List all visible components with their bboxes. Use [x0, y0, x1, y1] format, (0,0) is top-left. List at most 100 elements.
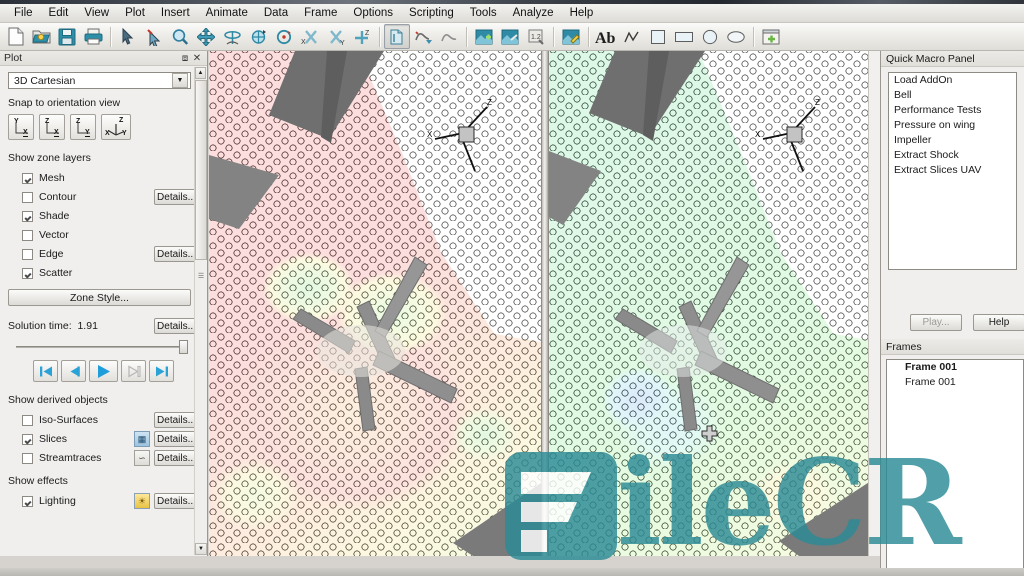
lighting-details-button[interactable]: Details... [154, 493, 199, 509]
streamtraces-checkbox[interactable] [22, 452, 33, 464]
menu-item-view[interactable]: View [76, 5, 117, 21]
edit-contour-icon[interactable] [497, 24, 523, 49]
contour-details-button[interactable]: Details... [154, 189, 199, 205]
chevron-down-icon[interactable]: ▼ [172, 73, 188, 88]
step-backward-button[interactable] [61, 360, 86, 382]
zone-layer-shade[interactable]: Shade [8, 207, 199, 225]
plot-panel-scroll-thumb[interactable] [195, 80, 207, 260]
menu-item-insert[interactable]: Insert [153, 5, 198, 21]
macro-list-item[interactable]: Performance Tests [889, 103, 1016, 118]
go-to-last-button[interactable] [149, 360, 174, 382]
derived-slices[interactable]: Slices ▦ Details... [8, 430, 199, 448]
menu-item-animate[interactable]: Animate [198, 5, 256, 21]
macro-help-button[interactable]: Help [973, 314, 1024, 331]
mesh-checkbox[interactable] [22, 172, 33, 184]
plot-type-combobox[interactable]: 3D Cartesian ▼ [8, 72, 191, 89]
zone-layer-scatter[interactable]: Scatter [8, 264, 199, 282]
iso-surfaces-checkbox[interactable] [22, 414, 33, 426]
frames-list[interactable]: Frame 001 Frame 001 [886, 359, 1024, 569]
edge-details-button[interactable]: Details... [154, 246, 199, 262]
macro-list-item[interactable]: Impeller [889, 133, 1016, 148]
menu-item-file[interactable]: File [6, 5, 41, 21]
fit-to-view-icon[interactable] [384, 24, 410, 49]
zone-style-button[interactable]: Zone Style... [8, 289, 191, 306]
menu-item-edit[interactable]: Edit [41, 5, 77, 21]
derived-streamtraces[interactable]: Streamtraces ∽ Details... [8, 449, 199, 467]
extract-icon[interactable] [558, 24, 584, 49]
redraw-all-icon[interactable] [436, 24, 462, 49]
scatter-checkbox[interactable] [22, 267, 33, 279]
macro-list-item[interactable]: Load AddOn [889, 73, 1016, 88]
new-layout-icon[interactable] [2, 24, 28, 49]
macro-list-item[interactable]: Bell [889, 88, 1016, 103]
frame-list-item[interactable]: Frame 001 [887, 375, 1023, 390]
vector-checkbox[interactable] [22, 229, 33, 241]
menu-item-frame[interactable]: Frame [296, 5, 345, 21]
polyline-tool-icon[interactable] [619, 24, 645, 49]
effect-lighting[interactable]: Lighting ☀ Details... [8, 492, 199, 510]
select-tool-icon[interactable] [115, 24, 141, 49]
frame-list-item[interactable]: Frame 001 [887, 360, 1023, 375]
translate-tool-icon[interactable] [193, 24, 219, 49]
rotate-z-icon[interactable]: Z [349, 24, 375, 49]
save-layout-icon[interactable] [54, 24, 80, 49]
slices-checkbox[interactable] [22, 433, 33, 445]
menu-item-tools[interactable]: Tools [462, 5, 505, 21]
scroll-down-icon[interactable]: ▼ [195, 543, 207, 555]
menu-item-help[interactable]: Help [562, 5, 602, 21]
viewport-vertical-scrollbar[interactable] [868, 51, 880, 556]
snap-yx-view[interactable]: Y X [8, 114, 34, 140]
iso-surfaces-details-button[interactable]: Details... [154, 412, 199, 428]
rectangle-tool-icon[interactable] [671, 24, 697, 49]
rotate-rollerball-icon[interactable] [245, 24, 271, 49]
redraw-icon[interactable] [410, 24, 436, 49]
derived-iso-surfaces[interactable]: Iso-Surfaces Details... [8, 411, 199, 429]
text-tool-icon[interactable]: Ab [593, 24, 619, 49]
rotate-y-icon[interactable]: Y [323, 24, 349, 49]
menu-item-scripting[interactable]: Scripting [401, 5, 462, 21]
restore-icon[interactable]: ⧈ [179, 53, 191, 64]
rotate-spherical-icon[interactable] [219, 24, 245, 49]
zone-layer-vector[interactable]: Vector [8, 226, 199, 244]
viewport-divider[interactable] [541, 51, 549, 556]
streamtrace-tool-icon[interactable]: ∽ [134, 450, 150, 466]
lighting-tool-icon[interactable]: ☀ [134, 493, 150, 509]
snap-zy-view[interactable]: Z Y [70, 114, 96, 140]
solution-time-details-button[interactable]: Details... [154, 318, 199, 334]
contour-plot-temperature[interactable]: X Z [209, 51, 541, 556]
menu-item-data[interactable]: Data [256, 5, 296, 21]
square-tool-icon[interactable] [645, 24, 671, 49]
print-icon[interactable] [80, 24, 106, 49]
slice-tool-icon[interactable]: ▦ [134, 431, 150, 447]
edge-checkbox[interactable] [22, 248, 33, 260]
circle-tool-icon[interactable] [697, 24, 723, 49]
go-to-first-button[interactable] [33, 360, 58, 382]
zone-layer-mesh[interactable]: Mesh [8, 169, 199, 187]
menu-item-analyze[interactable]: Analyze [505, 5, 562, 21]
macro-list-item[interactable]: Extract Slices UAV [889, 163, 1016, 178]
scroll-up-icon[interactable]: ▲ [195, 67, 206, 79]
zoom-tool-icon[interactable] [167, 24, 193, 49]
slices-details-button[interactable]: Details... [154, 431, 199, 447]
slider-thumb[interactable] [179, 340, 188, 354]
quick-macro-list[interactable]: Load AddOn Bell Performance Tests Pressu… [888, 72, 1017, 270]
rotate-x-icon[interactable]: X [297, 24, 323, 49]
streamtraces-details-button[interactable]: Details... [154, 450, 199, 466]
zone-layer-edge[interactable]: Edge Details... [8, 245, 199, 263]
add-contour-icon[interactable] [471, 24, 497, 49]
zone-layer-contour[interactable]: Contour Details... [8, 188, 199, 206]
macro-play-button[interactable]: Play... [910, 314, 962, 331]
plot-viewport[interactable]: X Z X Z [209, 51, 880, 556]
play-button[interactable] [89, 360, 118, 382]
solution-time-slider[interactable] [16, 340, 188, 354]
ellipse-tool-icon[interactable] [723, 24, 749, 49]
adjust-tool-icon[interactable] [141, 24, 167, 49]
close-icon[interactable]: ✕ [191, 53, 203, 64]
new-frame-icon[interactable] [758, 24, 784, 49]
contour-checkbox[interactable] [22, 191, 33, 203]
plot-panel-scrollbar[interactable]: ▲ ☰ ▼ [194, 67, 207, 555]
macro-list-item[interactable]: Pressure on wing [889, 118, 1016, 133]
open-layout-icon[interactable] [28, 24, 54, 49]
contour-plot-velocity[interactable]: X Z [549, 51, 880, 556]
menu-item-options[interactable]: Options [345, 5, 401, 21]
